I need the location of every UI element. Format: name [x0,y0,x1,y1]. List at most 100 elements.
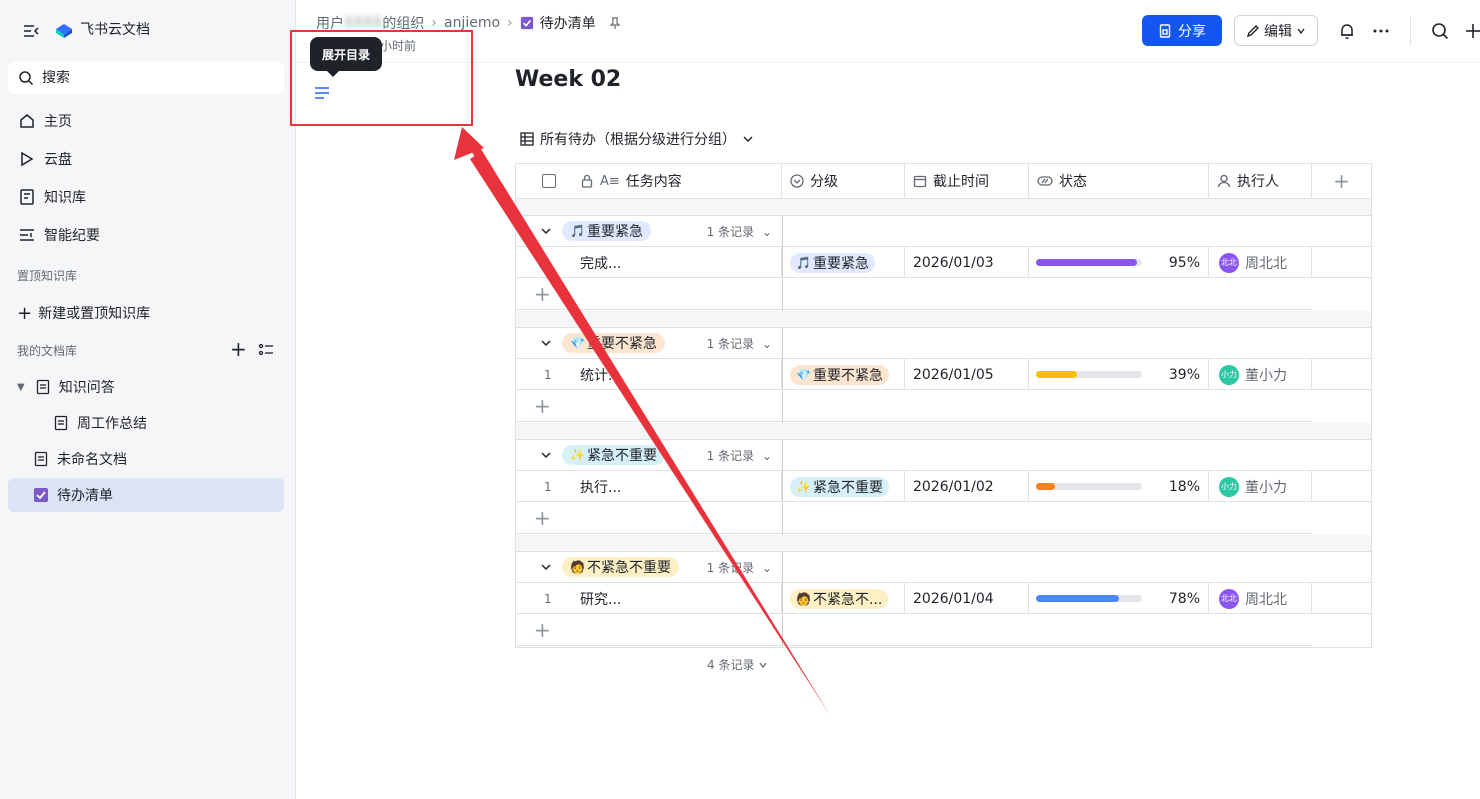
assignee-cell[interactable]: 北北 周北北 [1209,247,1312,278]
group-header[interactable]: 🧑 不紧急不重要 1 条记录 ⌄ [516,552,782,582]
chevron-down-icon: ⌄ [761,224,772,239]
more-icon[interactable] [1371,21,1391,41]
level-label: 不紧急不... [812,591,883,608]
header-level[interactable]: 分级 [782,164,905,198]
add-column-button[interactable]: + [1312,164,1371,198]
nav-wiki-label: 知识库 [44,190,86,206]
level-cell[interactable]: 🧑 不紧急不... [782,583,905,614]
group-tag: 🧑 不紧急不重要 [562,557,679,577]
level-cell[interactable]: ✨ 紧急不重要 [782,471,905,502]
plus-icon: + [534,505,551,530]
header-level-label: 分级 [810,174,838,190]
due-cell[interactable]: 2026/01/03 [905,247,1029,278]
task-cell[interactable]: 研究... [580,583,621,614]
chevron-down-icon[interactable] [758,660,768,670]
tag-emoji: 🧑 [570,560,585,574]
collapse-sidebar-icon[interactable] [22,22,40,40]
group-count-label: 1 条记录 [706,560,755,575]
search-box[interactable] [8,62,284,94]
add-record-button[interactable]: + [516,278,782,310]
group-header[interactable]: ✨ 紧急不重要 1 条记录 ⌄ [516,440,782,470]
tree-item-todo[interactable]: 待办清单 [8,478,284,512]
status-cell[interactable]: 95% [1029,247,1209,278]
add-doc-icon[interactable]: + [230,339,247,359]
level-tag: 🧑 不紧急不... [790,588,889,609]
search-input[interactable] [42,70,262,86]
add-record-button[interactable]: + [516,390,782,422]
list-manage-icon[interactable] [258,342,274,358]
table-row[interactable]: 1 统计... 💎 重要不紧急 2026/01/05 39% 小力 董小力 [516,358,1373,390]
header-task-label: 任务内容 [625,174,682,190]
due-cell[interactable]: 2026/01/02 [905,471,1029,502]
grid-view-icon [520,132,534,146]
tree-item-untitled[interactable]: 未命名文档 [33,442,127,476]
group: 🧑 不紧急不重要 1 条记录 ⌄ 1 研究... 🧑 不紧急不... 2026/… [515,551,1373,648]
header-assignee[interactable]: 执行人 [1209,164,1312,198]
status-cell[interactable]: 39% [1029,359,1209,390]
group-count[interactable]: 1 条记录 ⌄ [707,559,772,576]
breadcrumb-space[interactable]: anjiemo [444,15,500,31]
pin-icon[interactable] [608,16,622,30]
task-cell[interactable]: 完成... [580,247,621,278]
level-tag: 💎 重要不紧急 [790,364,889,385]
view-selector[interactable]: 所有待办（根据分级进行分组） [520,129,754,149]
tree-item-qa[interactable]: ▼ 知识问答 [17,370,115,404]
table-row[interactable]: 1 执行... ✨ 紧急不重要 2026/01/02 18% 小力 董小力 [516,470,1373,502]
assignee-cell[interactable]: 小力 董小力 [1209,359,1312,390]
nav-home[interactable]: 主页 [8,104,284,138]
feishu-logo-icon [56,24,72,38]
breadcrumb-current: 待办清单 [539,16,596,32]
assignee-cell[interactable]: 北北 周北北 [1209,583,1312,614]
group-count[interactable]: 1 条记录 ⌄ [707,447,772,464]
add-icon[interactable] [1463,21,1480,41]
group-header[interactable]: 💎 重要不紧急 1 条记录 ⌄ [516,328,782,358]
group-header[interactable]: 🎵 重要紧急 1 条记录 ⌄ [516,216,782,246]
table-row[interactable]: 1 研究... 🧑 不紧急不... 2026/01/04 78% 北北 周北北 [516,582,1373,614]
edit-button[interactable]: 编辑 [1234,15,1318,46]
level-cell[interactable]: 🎵 重要紧急 [782,247,905,278]
share-button[interactable]: 分享 [1142,15,1222,46]
header-divider [296,62,1480,63]
task-cell[interactable]: 统计... [580,359,621,390]
checkbox-doc-icon [520,16,533,30]
table-row[interactable]: 1 完成... 🎵 重要紧急 2026/01/03 95% 北北 周北北 [516,246,1373,278]
chevron-down-icon: ⌄ [761,448,772,463]
due-cell[interactable]: 2026/01/04 [905,583,1029,614]
header-task[interactable]: A≡ 任务内容 [516,164,782,198]
breadcrumb-blurred: XXXX [344,15,383,31]
chevron-down-icon[interactable] [540,449,552,461]
level-cell[interactable]: 💎 重要不紧急 [782,359,905,390]
status-cell[interactable]: 78% [1029,583,1209,614]
select-all-checkbox[interactable] [542,174,556,188]
chevron-down-icon: ⌄ [761,560,772,575]
nav-drive[interactable]: 云盘 [8,142,284,176]
task-cell[interactable]: 执行... [580,471,621,502]
header-due[interactable]: 截止时间 [905,164,1029,198]
group-count[interactable]: 1 条记录 ⌄ [707,335,772,352]
new-pinned-library-button[interactable]: + 新建或置顶知识库 [17,296,150,330]
pencil-icon [1246,24,1259,37]
bell-icon[interactable] [1337,21,1357,41]
page-title: Week 02 [515,67,622,92]
header-status[interactable]: 状态 [1029,164,1209,198]
caret-down-icon[interactable]: ▼ [17,382,25,393]
assignee-cell[interactable]: 小力 董小力 [1209,471,1312,502]
chevron-down-icon[interactable] [540,337,552,349]
task-text: 统计... [580,367,622,384]
chevron-down-icon[interactable] [540,225,552,237]
group-count[interactable]: 1 条记录 ⌄ [707,223,772,240]
nav-minutes[interactable]: 智能纪要 [8,218,284,252]
checkbox-doc-icon [33,487,49,503]
nav-drive-label: 云盘 [44,152,72,168]
nav-wiki[interactable]: 知识库 [8,180,284,214]
add-record-button[interactable]: + [516,614,782,646]
chevron-down-icon[interactable] [540,561,552,573]
tree-item-weekly[interactable]: 周工作总结 [53,406,147,440]
tag-emoji: ✨ [570,448,585,462]
row-number-cell: 1 [516,471,782,502]
add-record-button[interactable]: + [516,502,782,534]
avatar: 北北 [1219,588,1239,609]
search-icon[interactable] [1430,21,1450,41]
status-cell[interactable]: 18% [1029,471,1209,502]
due-cell[interactable]: 2026/01/05 [905,359,1029,390]
